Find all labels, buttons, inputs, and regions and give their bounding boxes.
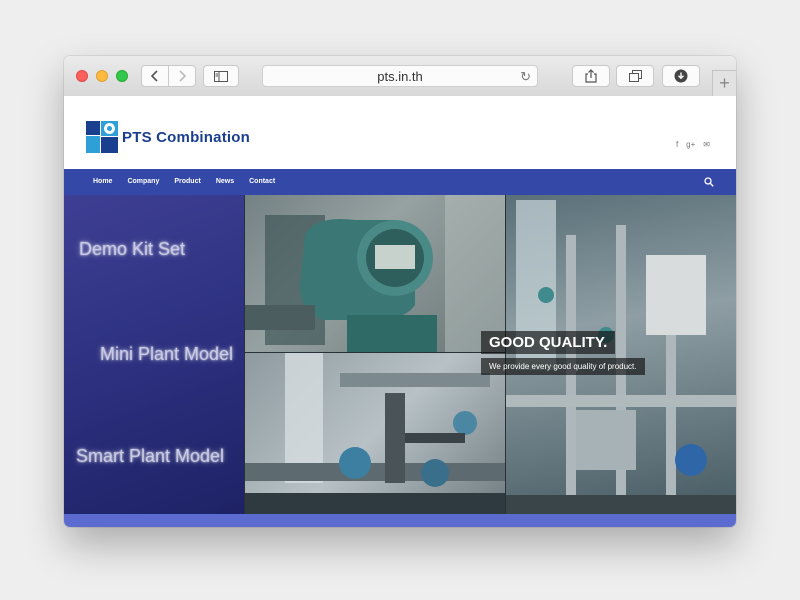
social-links: f g+ ✉ <box>676 140 710 149</box>
logo-text: PTS Combination <box>122 128 250 146</box>
nav-company[interactable]: Company <box>127 169 159 195</box>
reload-icon[interactable]: ↻ <box>520 69 531 85</box>
nav-home[interactable]: Home <box>93 169 112 195</box>
share-button[interactable] <box>572 65 610 87</box>
zoom-window-button[interactable] <box>116 70 128 82</box>
category-smart-plant-model[interactable]: Smart Plant Model <box>76 446 224 467</box>
close-window-button[interactable] <box>76 70 88 82</box>
footer-band <box>64 514 736 527</box>
new-tab-button[interactable]: + <box>712 70 736 96</box>
product-category-panel: Demo Kit Set Mini Plant Model Smart Plan… <box>64 195 244 514</box>
flow-meter-photo <box>245 195 505 352</box>
browser-window: pts.in.th ↻ + PTS Combination f g+ ✉ Hom… <box>64 56 736 527</box>
minimize-window-button[interactable] <box>96 70 108 82</box>
mail-icon[interactable]: ✉ <box>703 140 710 149</box>
nav-contact[interactable]: Contact <box>249 169 275 195</box>
sidebar-icon <box>214 70 228 82</box>
logo-mark <box>86 121 118 153</box>
category-demo-kit-set[interactable]: Demo Kit Set <box>79 239 185 260</box>
category-mini-plant-model[interactable]: Mini Plant Model <box>100 344 233 365</box>
back-button[interactable] <box>142 66 168 86</box>
hero-slider[interactable]: Demo Kit Set Mini Plant Model Smart Plan… <box>64 195 736 514</box>
chevron-right-icon <box>179 70 186 82</box>
sidebar-toggle-button[interactable] <box>203 65 239 87</box>
address-bar[interactable]: pts.in.th ↻ <box>262 65 538 87</box>
site-logo[interactable]: PTS Combination <box>86 121 250 153</box>
url-text: pts.in.th <box>377 68 423 84</box>
tabs-icon <box>628 70 642 82</box>
google-plus-icon[interactable]: g+ <box>686 140 695 149</box>
facebook-icon[interactable]: f <box>676 140 678 149</box>
history-nav-group <box>141 65 196 87</box>
slide-caption-subtitle: We provide every good quality of product… <box>481 358 645 375</box>
slide-caption-title: GOOD QUALITY. <box>481 331 616 354</box>
website-content: PTS Combination f g+ ✉ Home Company Prod… <box>64 96 736 527</box>
downloads-button[interactable] <box>662 65 700 87</box>
valve-assembly-photo <box>245 353 505 514</box>
chevron-left-icon <box>151 70 158 82</box>
nav-product[interactable]: Product <box>174 169 200 195</box>
forward-button[interactable] <box>168 66 195 86</box>
plant-rig-photo <box>506 195 736 514</box>
tabs-overview-button[interactable] <box>616 65 654 87</box>
nav-news[interactable]: News <box>216 169 234 195</box>
search-icon[interactable] <box>704 177 714 187</box>
download-icon <box>674 69 688 83</box>
share-icon <box>585 69 597 83</box>
main-navigation: Home Company Product News Contact <box>64 169 736 195</box>
browser-toolbar: pts.in.th ↻ + <box>64 56 736 97</box>
